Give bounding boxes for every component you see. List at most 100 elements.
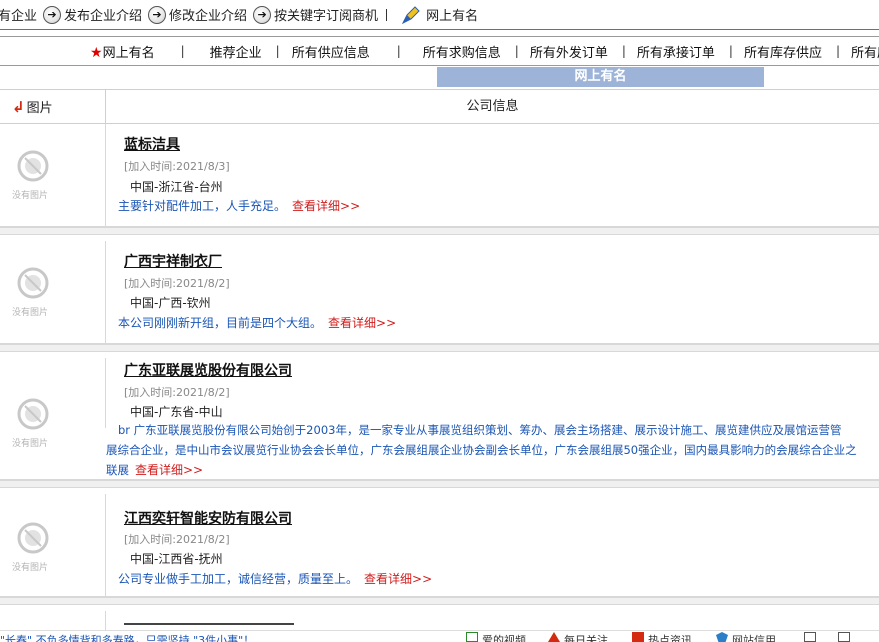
nav-famous-online[interactable]: ★网上有名: [90, 42, 155, 61]
table-row: 没有图片 广东亚联展览股份有限公司 [加入时间:2021/8/2] 中国-广东省…: [0, 358, 879, 480]
nav-divider: |: [621, 44, 626, 58]
view-details-link[interactable]: 查看详细>>: [364, 572, 432, 586]
nav-divider: |: [275, 44, 280, 58]
toolbar-edit-intro[interactable]: ➔ 修改企业介绍: [148, 5, 247, 24]
description-text: 联展: [106, 463, 129, 477]
join-date: [加入时间:2021/8/2]: [124, 277, 230, 290]
company-location: 中国-广东省-中山: [130, 405, 223, 419]
nav-stock-purchase[interactable]: 所有库存求购: [851, 42, 879, 61]
nav-divider: |: [514, 44, 519, 58]
table-row: [0, 611, 879, 630]
company-name-link[interactable]: 江西奕轩智能安防有限公司: [124, 508, 292, 528]
toolbar-subscribe-keyword[interactable]: ➔ 按关键字订阅商机: [253, 5, 378, 24]
company-name-link[interactable]: 广西宇祥制衣厂: [124, 251, 222, 271]
column-label: 图片: [26, 101, 53, 116]
company-image-cell: 没有图片: [0, 358, 106, 449]
toolbar-all-companies[interactable]: 有企业: [0, 5, 37, 24]
section-title: 网上有名: [437, 67, 764, 87]
join-date: [加入时间:2021/8/2]: [124, 533, 230, 546]
svg-text:没有图片: 没有图片: [12, 189, 48, 201]
description-line: 联展 查看详细>>: [106, 460, 203, 480]
window-icon: [838, 632, 850, 642]
svg-text:没有图片: 没有图片: [12, 306, 48, 318]
status-item-daily[interactable]: 每日关注: [548, 632, 608, 642]
company-description: br 广东亚联展览股份有限公司始创于2003年，是一家专业从事展览组织策划、筹办…: [0, 420, 879, 480]
status-label: 每日关注: [564, 634, 608, 642]
star-icon: ★: [90, 44, 103, 61]
toolbar-famous-online[interactable]: 网上有名: [401, 5, 478, 25]
company-name-link[interactable]: [124, 623, 294, 626]
toolbar-item-label: 发布企业介绍: [64, 9, 143, 24]
view-details-link[interactable]: 查看详细>>: [292, 199, 360, 213]
status-item-extra[interactable]: [804, 632, 820, 642]
toolbar-item-label: 按关键字订阅商机: [274, 9, 379, 24]
nav-divider: |: [180, 44, 185, 58]
toolbar-item-label: 修改企业介绍: [169, 9, 248, 24]
company-info-cell: 广西宇祥制衣厂 [加入时间:2021/8/2] 中国-广西-钦州 本公司刚刚新开…: [106, 241, 879, 343]
description-line: br 广东亚联展览股份有限公司始创于2003年，是一家专业从事展览组织策划、筹办…: [118, 423, 842, 437]
arrow-right-icon: ➔: [43, 5, 62, 24]
status-label: 爱的视频: [482, 634, 526, 642]
no-image-placeholder-icon: 没有图片: [12, 267, 49, 318]
news-ticker[interactable]: "长春" 不负多情背和多寿路，只需坚持 "3件小事"！: [0, 632, 254, 642]
toolbar-item-label: 有企业: [0, 9, 38, 24]
top-toolbar: 有企业 ➔ 发布企业介绍 ➔ 修改企业介绍 ➔ 按关键字订阅商机 网上有名: [0, 0, 879, 30]
arrow-right-icon: ➔: [148, 5, 167, 24]
column-image-header: ↲ 图片: [0, 90, 106, 123]
status-item-extra2[interactable]: [838, 632, 854, 642]
company-location: 中国-浙江省-台州: [130, 180, 223, 194]
company-name-link[interactable]: 广东亚联展览股份有限公司: [124, 360, 292, 380]
row-divider: [0, 480, 879, 488]
table-row: 没有图片 江西奕轩智能安防有限公司 [加入时间:2021/8/2] 中国-江西省…: [0, 494, 879, 597]
news-icon: [632, 632, 644, 642]
shield-icon: [716, 632, 728, 642]
toolbar-publish-intro[interactable]: ➔ 发布企业介绍: [43, 5, 142, 24]
description-text: 本公司刚刚新开组，目前是四个大组。: [118, 316, 323, 330]
toolbar-divider: [386, 8, 388, 21]
row-divider: [0, 344, 879, 352]
status-bar: "长春" 不负多情背和多寿路，只需坚持 "3件小事"！ 爱的视频 每日关注 热点…: [0, 630, 879, 642]
category-nav: ★网上有名 | 推荐企业 | 所有供应信息 | 所有求购信息 | 所有外发订单 …: [0, 36, 879, 66]
table-header: ↲ 图片 公司信息: [0, 89, 879, 124]
status-label: 网站信用: [732, 634, 776, 642]
status-item-news[interactable]: 热点资讯: [632, 632, 692, 642]
join-date: [加入时间:2021/8/2]: [124, 386, 230, 399]
company-info-cell: 蓝标洁具 [加入时间:2021/8/3] 中国-浙江省-台州 主要针对配件加工，…: [106, 124, 879, 226]
company-description: 主要针对配件加工，人手充足。 查看详细>>: [118, 197, 360, 214]
nav-stock-supply[interactable]: 所有库存供应: [744, 42, 822, 61]
nav-all-accept[interactable]: 所有承接订单: [637, 42, 715, 61]
company-description: 本公司刚刚新开组，目前是四个大组。 查看详细>>: [118, 314, 396, 331]
nav-label: 网上有名: [102, 45, 155, 61]
nav-recommended[interactable]: 推荐企业: [210, 42, 262, 61]
pen-icon: [401, 5, 420, 24]
company-info-cell: 江西奕轩智能安防有限公司 [加入时间:2021/8/2] 中国-江西省-抚州 公…: [106, 494, 879, 596]
nav-all-supply[interactable]: 所有供应信息: [292, 42, 370, 61]
view-details-link[interactable]: 查看详细>>: [135, 463, 203, 477]
join-date: [加入时间:2021/8/3]: [124, 160, 230, 173]
company-location: 中国-江西省-抚州: [130, 552, 223, 566]
description-text: 主要针对配件加工，人手充足。: [118, 199, 287, 213]
nav-all-purchase[interactable]: 所有求购信息: [423, 42, 501, 61]
nav-divider: |: [835, 44, 840, 58]
company-image-cell: 没有图片: [0, 494, 106, 596]
company-image-cell: 没有图片: [0, 124, 106, 226]
svg-text:没有图片: 没有图片: [12, 561, 48, 573]
nav-all-outsource[interactable]: 所有外发订单: [530, 42, 608, 61]
status-item-video[interactable]: 爱的视频: [466, 632, 526, 642]
status-item-credit[interactable]: 网站信用: [716, 632, 776, 642]
nav-divider: |: [728, 44, 733, 58]
video-icon: [466, 632, 478, 642]
nav-divider: |: [396, 44, 401, 58]
column-info-header: 公司信息: [466, 99, 519, 114]
company-image-cell: [0, 611, 106, 630]
status-label: 热点资讯: [648, 634, 692, 642]
view-details-link[interactable]: 查看详细>>: [328, 316, 396, 330]
description-text: 公司专业做手工加工，诚信经营，质量至上。: [118, 572, 359, 586]
description-line: 展综合企业，是中山市会议展览行业协会会长单位，广东会展组展企业协会副会长单位，广…: [106, 443, 857, 457]
no-image-placeholder-icon: 没有图片: [12, 522, 49, 573]
return-arrow-icon: ↲: [12, 97, 25, 116]
company-description: 公司专业做手工加工，诚信经营，质量至上。 查看详细>>: [118, 570, 432, 587]
box-icon: [804, 632, 816, 642]
company-name-link[interactable]: 蓝标洁具: [124, 134, 180, 154]
arrow-right-icon: ➔: [253, 5, 272, 24]
